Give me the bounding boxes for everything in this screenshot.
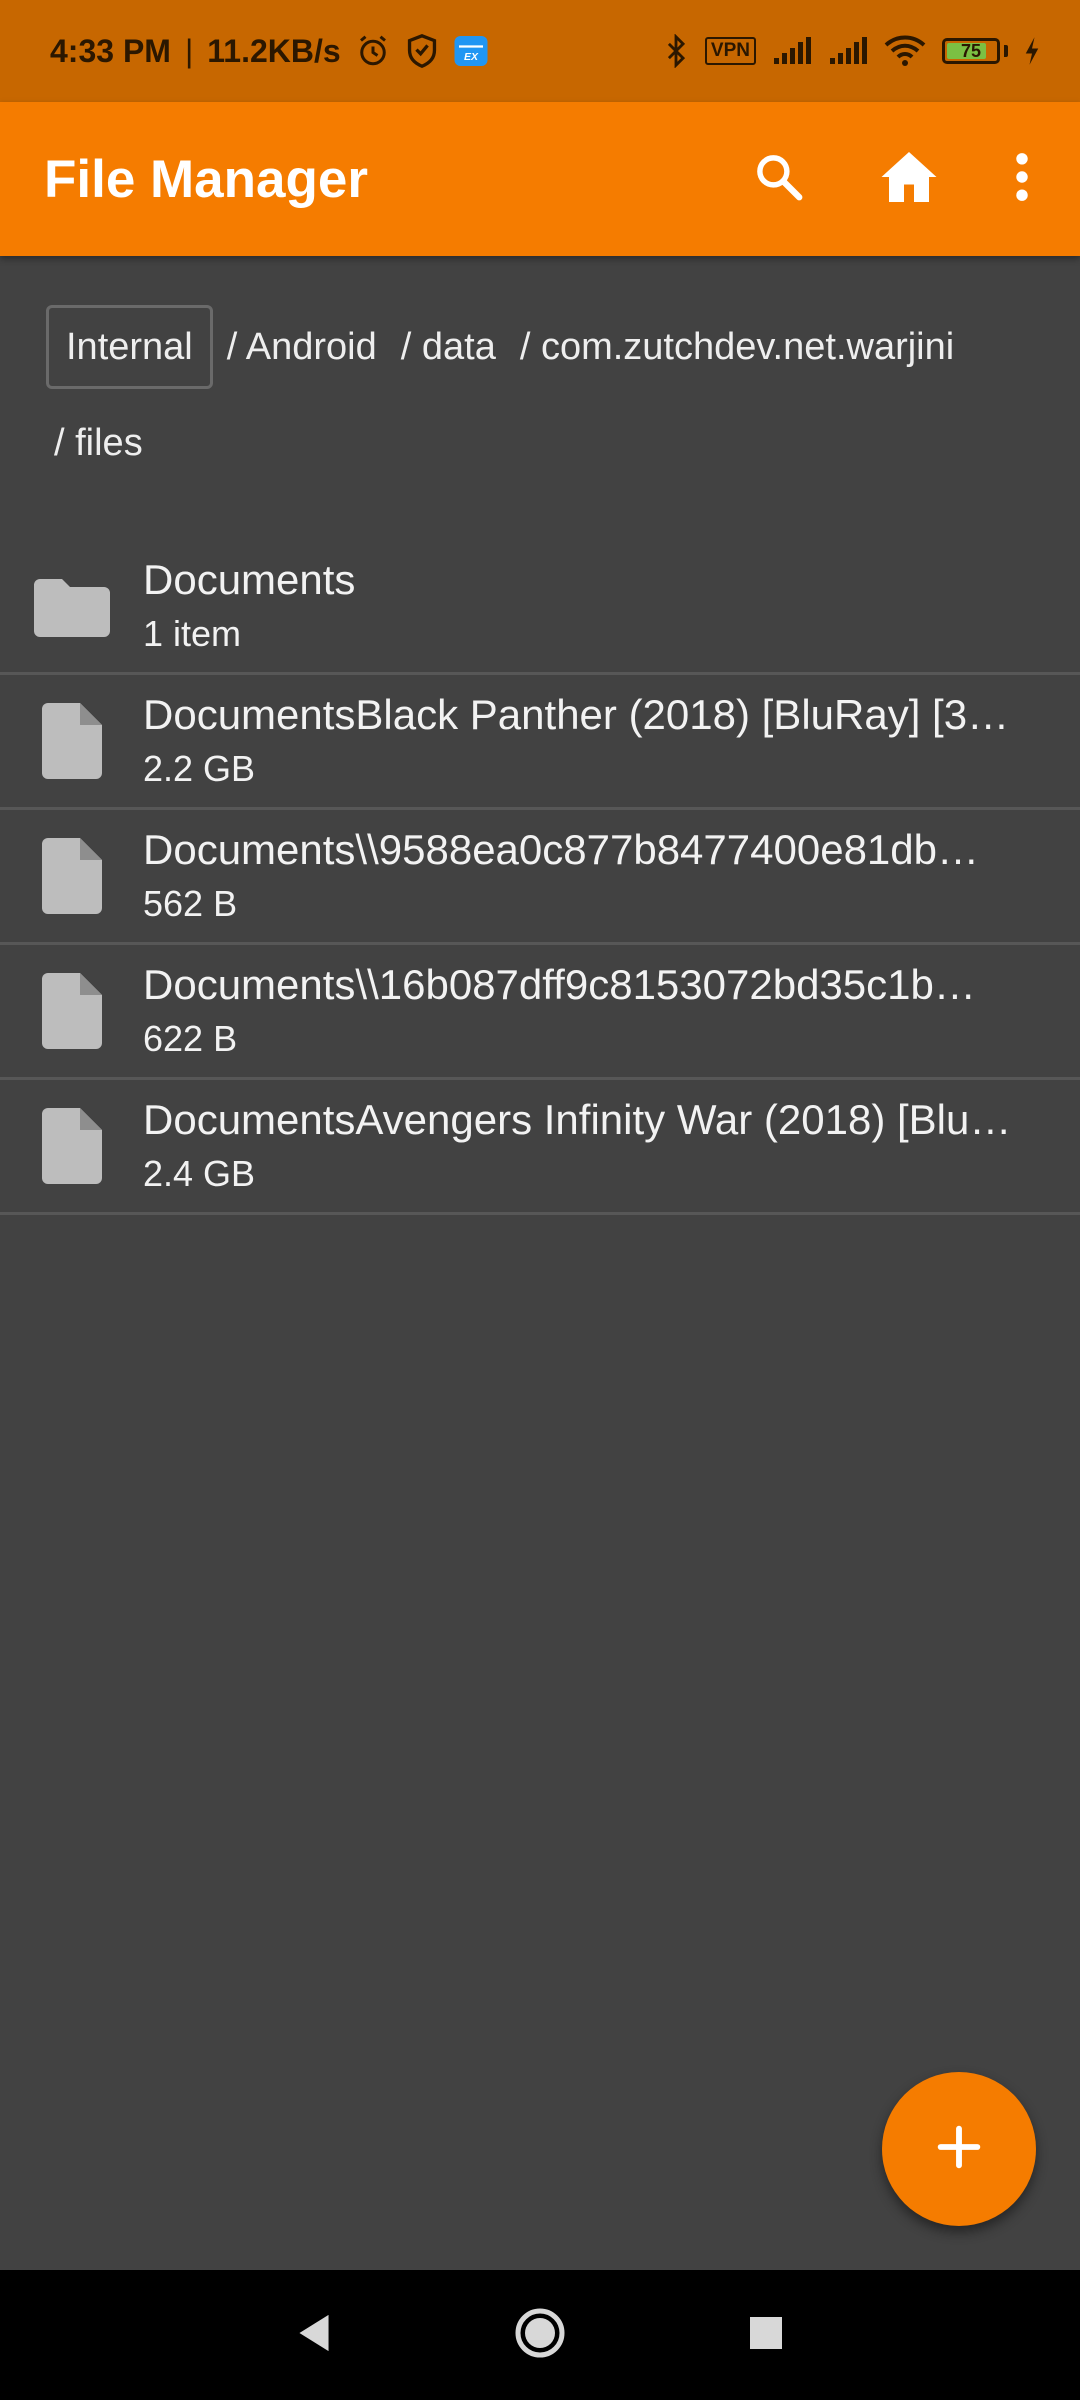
wifi-icon xyxy=(884,35,926,67)
list-item-file[interactable]: DocumentsAvengers Infinity War (2018) [B… xyxy=(0,1080,1080,1215)
status-left: 4:33 PM | 11.2KB/s EX xyxy=(50,33,489,70)
breadcrumb-android[interactable]: / Android xyxy=(227,326,377,369)
file-meta: 2.2 GB xyxy=(143,748,256,789)
charging-icon xyxy=(1024,36,1040,66)
list-item-folder[interactable]: Documents 1 item xyxy=(0,540,1080,675)
status-separator: | xyxy=(184,32,194,69)
search-icon xyxy=(752,150,806,209)
svg-text:EX: EX xyxy=(464,51,479,63)
list-item-text: Documents\\16b087dff9c8153072bd35c1b… 62… xyxy=(143,960,1080,1062)
shield-icon xyxy=(405,33,439,69)
file-icon xyxy=(0,1108,143,1184)
add-fab-button[interactable] xyxy=(882,2072,1036,2226)
more-options-button[interactable] xyxy=(974,102,1070,256)
nav-home-button[interactable] xyxy=(427,2270,653,2400)
add-icon xyxy=(937,2125,981,2174)
signal-icon-2 xyxy=(828,36,868,66)
breadcrumb-package[interactable]: / com.zutchdev.net.warjini xyxy=(520,326,954,369)
signal-icon-1 xyxy=(772,36,812,66)
folder-icon xyxy=(0,575,143,637)
file-name: Documents\\9588ea0c877b8477400e81db… xyxy=(143,826,980,873)
battery-tip xyxy=(1004,45,1008,57)
status-right: VPN 75 xyxy=(663,34,1040,68)
list-item-text: DocumentsAvengers Infinity War (2018) [B… xyxy=(143,1095,1080,1197)
file-icon xyxy=(0,838,143,914)
home-icon xyxy=(879,149,939,210)
vpn-indicator: VPN xyxy=(704,37,756,65)
file-name: DocumentsBlack Panther (2018) [BluRay] [… xyxy=(143,691,1010,738)
battery-level: 75 xyxy=(960,40,982,61)
breadcrumb-files[interactable]: / files xyxy=(54,422,143,465)
list-item-file[interactable]: DocumentsBlack Panther (2018) [BluRay] [… xyxy=(0,675,1080,810)
battery-icon: 75 xyxy=(942,38,1000,64)
nav-recents-button[interactable] xyxy=(653,2270,879,2400)
status-bar: 4:33 PM | 11.2KB/s EX VPN 75 xyxy=(0,0,1080,102)
breadcrumb-row: Internal / Android / data / com.zutchdev… xyxy=(46,302,1046,392)
list-item-text: Documents 1 item xyxy=(143,555,1080,657)
es-explorer-app-icon: EX xyxy=(453,33,489,69)
status-time: 4:33 PM xyxy=(50,32,171,69)
bluetooth-icon xyxy=(663,34,689,68)
back-icon xyxy=(295,2313,333,2358)
list-item-text: Documents\\9588ea0c877b8477400e81db… 562… xyxy=(143,825,1080,927)
recents-icon xyxy=(748,2315,784,2356)
file-meta: 622 B xyxy=(143,1018,238,1059)
app-title: File Manager xyxy=(44,149,368,209)
search-button[interactable] xyxy=(714,102,844,256)
file-name: Documents xyxy=(143,556,356,603)
breadcrumb: Internal / Android / data / com.zutchdev… xyxy=(46,302,1046,488)
home-button[interactable] xyxy=(844,102,974,256)
breadcrumb-data[interactable]: / data xyxy=(401,326,496,369)
breadcrumb-root-internal[interactable]: Internal xyxy=(46,305,213,389)
file-meta: 2.4 GB xyxy=(143,1153,256,1194)
list-item-text: DocumentsBlack Panther (2018) [BluRay] [… xyxy=(143,690,1080,792)
nav-back-button[interactable] xyxy=(201,2270,427,2400)
file-name: DocumentsAvengers Infinity War (2018) [B… xyxy=(143,1096,1012,1143)
file-meta: 1 item xyxy=(143,613,242,654)
file-meta: 562 B xyxy=(143,883,238,924)
list-item-file[interactable]: Documents\\9588ea0c877b8477400e81db… 562… xyxy=(0,810,1080,945)
list-item-file[interactable]: Documents\\16b087dff9c8153072bd35c1b… 62… xyxy=(0,945,1080,1080)
file-icon xyxy=(0,703,143,779)
app-bar-actions xyxy=(714,102,1080,256)
system-nav-bar xyxy=(0,2270,1080,2400)
breadcrumb-row-2: / files xyxy=(46,398,1046,488)
file-name: Documents\\16b087dff9c8153072bd35c1b… xyxy=(143,961,976,1008)
file-list: Documents 1 item DocumentsBlack Panther … xyxy=(0,540,1080,1215)
home-circle-icon xyxy=(514,2307,566,2364)
more-vert-icon xyxy=(1014,151,1030,208)
file-icon xyxy=(0,973,143,1049)
alarm-icon xyxy=(355,33,391,69)
app-bar: File Manager xyxy=(0,102,1080,256)
status-network-speed: 11.2KB/s xyxy=(207,32,341,69)
